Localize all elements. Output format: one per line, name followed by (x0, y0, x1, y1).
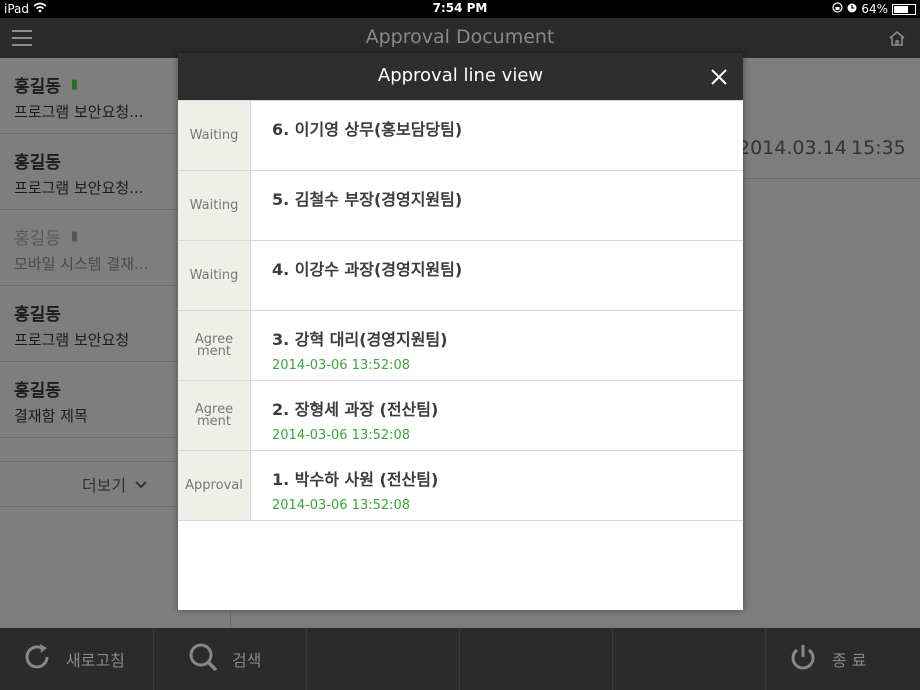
document-time: 15:35 (851, 137, 906, 159)
refresh-icon (22, 642, 52, 676)
approval-line-modal: Approval line view Waiting 6. 이기영 상무(홍보담… (178, 53, 743, 610)
approver-name: 5. 김철수 부장(경영지원팀) (272, 190, 463, 209)
battery-level (894, 5, 909, 13)
toolbar-divider (765, 628, 766, 690)
refresh-button[interactable]: 새로고침 (22, 628, 125, 690)
toolbar-divider (459, 628, 460, 690)
approver-name: 4. 이강수 과장(경영지원팀) (272, 260, 463, 279)
approval-status: Waiting (178, 241, 251, 310)
toolbar-divider (306, 628, 307, 690)
power-icon (788, 642, 818, 676)
approval-row: Waiting 6. 이기영 상무(홍보담당팀) (178, 100, 743, 171)
modal-header: Approval line view (178, 53, 743, 100)
search-button[interactable]: 검색 (188, 628, 261, 690)
approval-status: Waiting (178, 171, 251, 240)
exit-label: 종 료 (832, 651, 867, 670)
approval-date: 2014-03-06 13:52:08 (272, 498, 411, 513)
document-date: 2014.03.14 (738, 137, 847, 159)
approval-list: Waiting 6. 이기영 상무(홍보담당팀) Waiting 5. 김철수 … (178, 100, 743, 521)
bottom-toolbar: 새로고침 검색 종 료 (0, 628, 920, 690)
attachment-icon: ▮ (70, 77, 79, 92)
approval-status: Approval (178, 451, 251, 520)
close-icon[interactable] (707, 65, 731, 89)
approval-date: 2014-03-06 13:52:08 (272, 428, 411, 443)
page-title: Approval Document (365, 26, 555, 48)
rotation-lock-icon (832, 2, 843, 16)
approval-row: Waiting 5. 김철수 부장(경영지원팀) (178, 171, 743, 241)
modal-title: Approval line view (377, 65, 544, 86)
approver-name: 6. 이기영 상무(홍보담당팀) (272, 120, 463, 139)
clock: 7:54 PM (432, 1, 488, 15)
alarm-icon (847, 2, 857, 16)
battery-icon (892, 3, 916, 15)
battery-percent: 64% (861, 2, 888, 16)
approval-row: Waiting 4. 이강수 과장(경영지원팀) (178, 241, 743, 311)
exit-button[interactable]: 종 료 (788, 628, 867, 690)
approval-date: 2014-03-06 13:52:08 (272, 358, 411, 373)
approval-row: Agree ment 2. 장형세 과장 (전산팀) 2014-03-06 13:… (178, 381, 743, 451)
approver-name: 1. 박수하 사원 (전산팀) (272, 470, 439, 489)
more-label: 더보기 (81, 476, 127, 495)
toolbar-divider (612, 628, 613, 690)
attachment-icon: ▮ (70, 229, 79, 244)
chevron-down-icon (134, 475, 148, 494)
approval-status: Agree ment (178, 311, 251, 380)
approval-row: Agree ment 3. 강혁 대리(경영지원팀) 2014-03-06 13:… (178, 311, 743, 381)
status-bar: iPad 7:54 PM 64% (0, 0, 920, 18)
home-icon[interactable] (888, 30, 906, 50)
toolbar-divider (153, 628, 154, 690)
approval-status: Waiting (178, 101, 251, 170)
search-icon (188, 642, 218, 676)
approver-name: 3. 강혁 대리(경영지원팀) (272, 330, 448, 349)
search-label: 검색 (232, 651, 262, 670)
approver-name: 2. 장형세 과장 (전산팀) (272, 400, 439, 419)
nav-bar: Approval Document (0, 18, 920, 58)
approval-status: Agree ment (178, 381, 251, 450)
refresh-label: 새로고침 (66, 651, 125, 670)
approval-row: Approval 1. 박수하 사원 (전산팀) 2014-03-06 13:52… (178, 451, 743, 521)
status-right: 64% (832, 2, 916, 16)
